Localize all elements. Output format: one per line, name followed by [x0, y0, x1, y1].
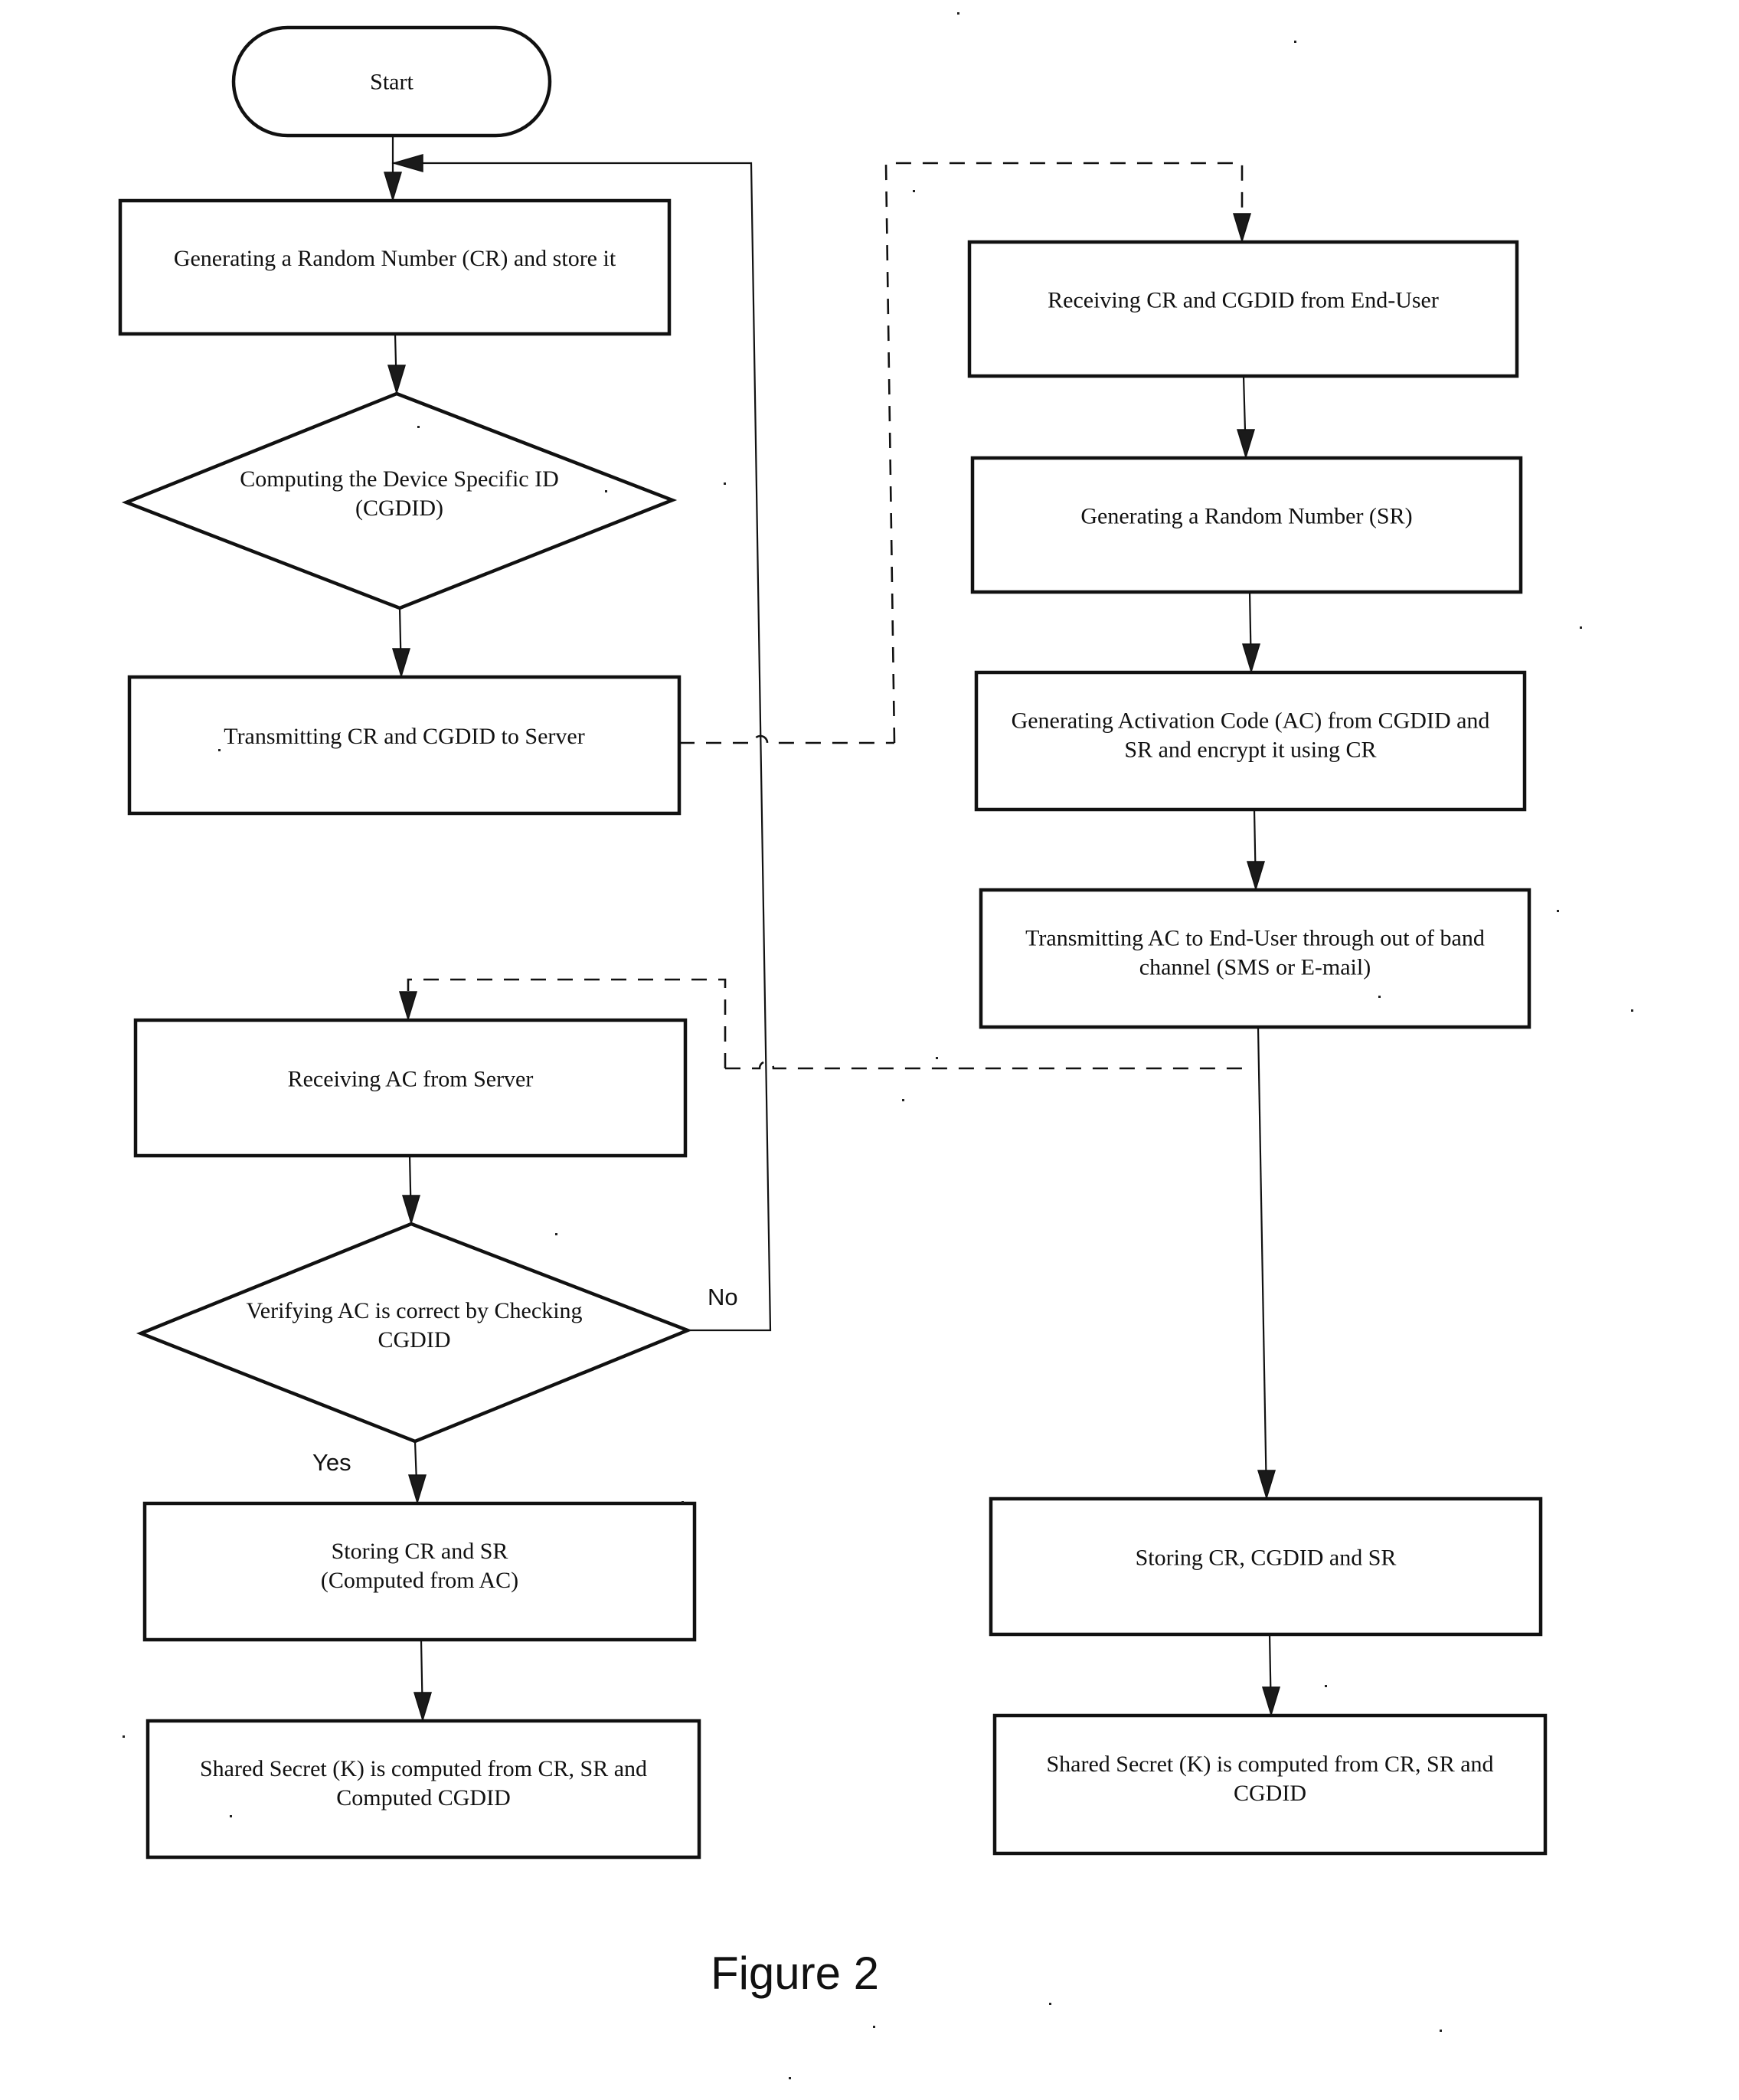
node-label-line: CGDID [1234, 1781, 1306, 1806]
node-transmit-ac: Transmitting AC to End-User through out … [979, 888, 1531, 1029]
arrowhead-down-icon [1261, 1686, 1281, 1717]
node-label-line: Receiving AC from Server [288, 1067, 534, 1092]
node-label-line: Storing CR and SR [332, 1539, 508, 1564]
node-label-line: Computed CGDID [336, 1785, 511, 1811]
node-label-line: SR and encrypt it using CR [1124, 738, 1376, 763]
node-shared-client: Shared Secret (K) is computed from CR, S… [145, 1719, 701, 1860]
figure-caption: Figure 2 [711, 1948, 879, 1999]
edge-transmit-cr-to-receive-cr [679, 734, 894, 744]
arrowhead-down-icon [407, 1474, 427, 1505]
scan-speck [902, 1099, 904, 1101]
scan-speck [957, 12, 959, 15]
node-label-line: channel (SMS or E-mail) [1139, 955, 1371, 980]
node-shared-server: Shared Secret (K) is computed from CR, S… [992, 1713, 1548, 1856]
scan-speck [417, 426, 420, 428]
node-receive-cr: Receiving CR and CGDID from End-User [967, 240, 1519, 378]
node-label-line: Generating a Random Number (SR) [1080, 504, 1412, 529]
edge-transmit-ac-to-store-server [1257, 1026, 1268, 1500]
scan-speck [123, 1735, 125, 1738]
scan-speck [555, 1233, 557, 1235]
arrowhead-down-icon [1241, 643, 1261, 674]
edge-transmit-ac-to-receive-ac [725, 1060, 1247, 1070]
scan-speck [218, 749, 221, 751]
arrowhead-down-icon [387, 365, 407, 395]
scan-speck [1580, 626, 1582, 629]
arrowhead-left-icon [391, 154, 423, 172]
arrowhead-down-icon [401, 1195, 421, 1225]
scan-speck [1557, 910, 1559, 912]
node-label-line: Start [370, 70, 414, 95]
node-label-line: Verifying AC is correct by Checking [246, 1298, 582, 1323]
node-label-line: Storing CR, CGDID and SR [1136, 1546, 1397, 1571]
scan-speck [1325, 1685, 1327, 1687]
scan-speck [873, 2026, 875, 2028]
scan-speck [789, 2077, 791, 2079]
node-label-line: (Computed from AC) [321, 1568, 518, 1593]
node-start: Start [231, 25, 552, 138]
scan-speck [1378, 996, 1381, 998]
arrowhead-down-icon [1232, 213, 1252, 244]
nodes-layer: Start Generating a Random Number (CR) and… [118, 25, 1548, 1860]
node-label-line: Receiving CR and CGDID from End-User [1048, 288, 1439, 313]
node-store-cr-sr: Storing CR and SR (Computed from AC) [142, 1501, 697, 1642]
node-label-line: Computing the Device Specific ID [240, 466, 559, 492]
node-label-line: Transmitting CR and CGDID to Server [224, 724, 584, 749]
scan-speck [1440, 2030, 1442, 2032]
scan-speck [913, 190, 915, 192]
scan-speck [1631, 1009, 1633, 1012]
scan-speck [1294, 41, 1296, 43]
scan-speck [230, 1815, 232, 1817]
node-gen-sr: Generating a Random Number (SR) [970, 456, 1523, 594]
node-compute-cgdid: Computing the Device Specific ID (CGDID) [121, 391, 678, 610]
flowchart-canvas: Start Generating a Random Number (CR) and… [118, 12, 1633, 2079]
arrowhead-down-icon [413, 1692, 433, 1722]
node-label-line: Generating a Random Number (CR) and stor… [174, 246, 616, 271]
scan-speck [936, 1057, 938, 1059]
node-label-line: Transmitting AC to End-User through out … [1025, 926, 1485, 951]
arrowhead-down-icon [1236, 429, 1256, 460]
edge-label-yes: Yes [312, 1449, 351, 1476]
edge-label-no: No [708, 1284, 738, 1310]
arrowhead-down-icon [1257, 1470, 1276, 1500]
node-label-line: Shared Secret (K) is computed from CR, S… [1046, 1752, 1493, 1777]
scan-speck [682, 1501, 684, 1503]
scan-speck [1049, 2003, 1051, 2005]
arrowhead-down-icon [383, 172, 403, 202]
arrowhead-down-icon [398, 991, 418, 1022]
node-gen-ac: Generating Activation Code (AC) from CGD… [974, 670, 1527, 812]
arrowhead-down-icon [391, 648, 411, 679]
node-receive-ac: Receiving AC from Server [133, 1018, 688, 1158]
arrowhead-down-icon [1246, 861, 1266, 891]
scan-speck [724, 482, 726, 485]
node-label-line: (CGDID) [355, 496, 443, 521]
node-label-line: Shared Secret (K) is computed from CR, S… [200, 1756, 647, 1781]
node-label-line: Generating Activation Code (AC) from CGD… [1012, 708, 1490, 734]
node-transmit-cr: Transmitting CR and CGDID to Server [127, 675, 682, 816]
node-store-server: Storing CR, CGDID and SR [989, 1496, 1543, 1637]
scan-speck [605, 490, 607, 492]
node-verify-ac: Verifying AC is correct by Checking CGDID [136, 1222, 693, 1444]
node-label-line: CGDID [378, 1327, 451, 1353]
node-gen-cr: Generating a Random Number (CR) and stor… [118, 198, 672, 336]
